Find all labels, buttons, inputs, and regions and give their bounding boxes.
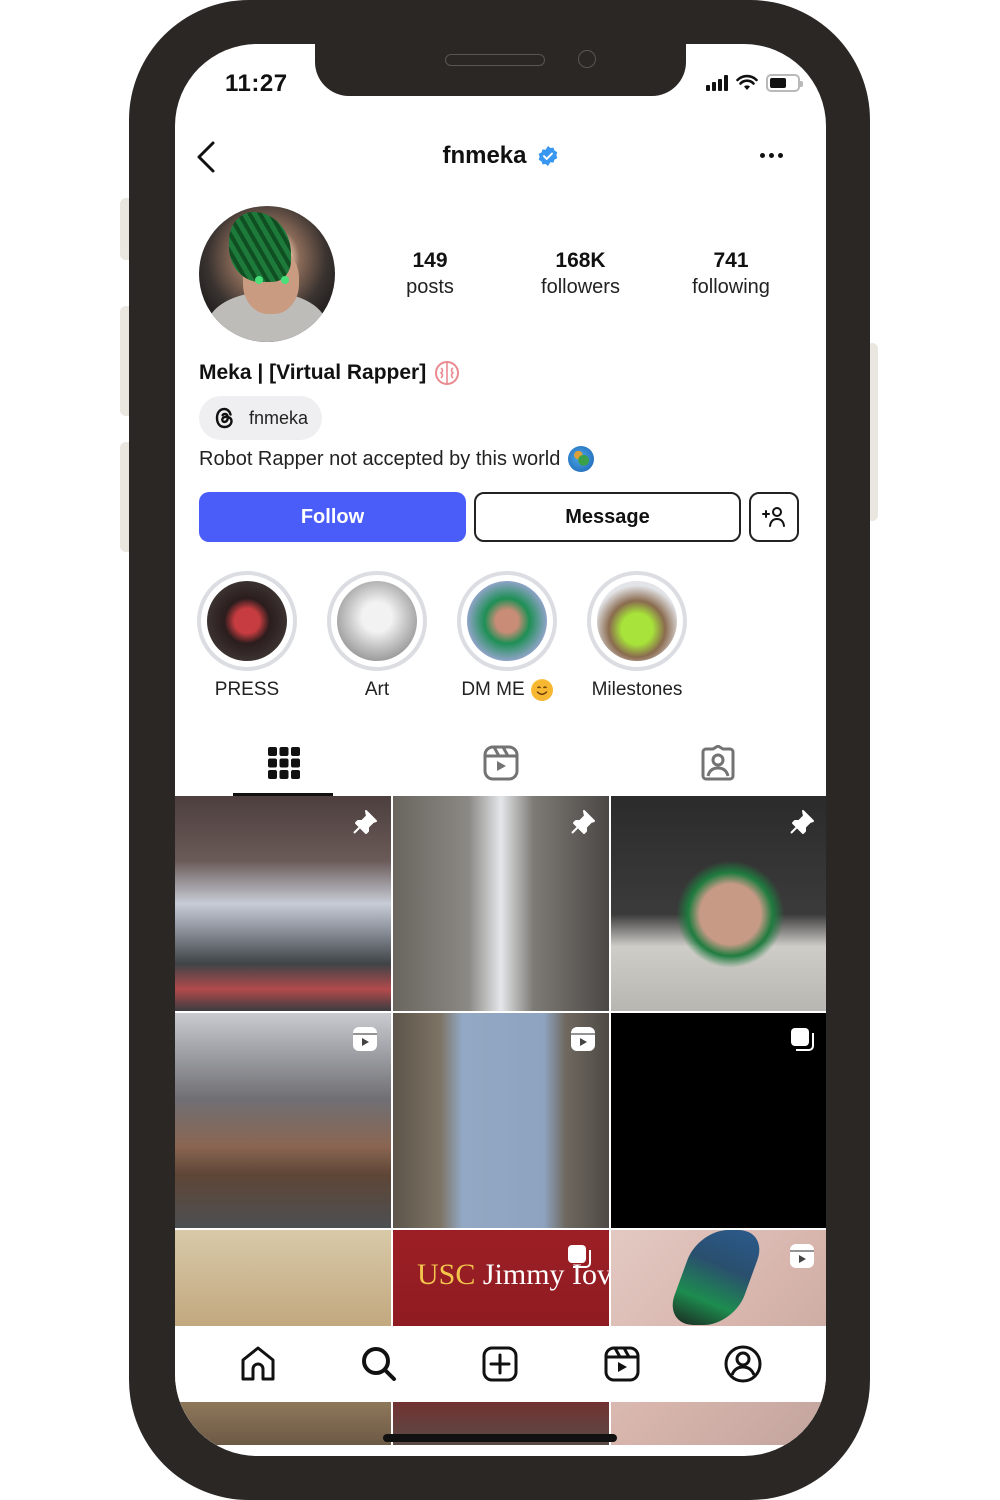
- profile-icon: [724, 1345, 762, 1383]
- nav-search[interactable]: [349, 1334, 409, 1394]
- pin-icon: [353, 810, 377, 834]
- nav-profile[interactable]: [713, 1334, 773, 1394]
- bio-text: Robot Rapper not accepted by this world: [199, 447, 561, 470]
- posts-count: 149: [412, 249, 448, 272]
- followers-count: 168K: [555, 249, 606, 272]
- profile-actions: Follow Message: [199, 492, 799, 542]
- notch: [315, 44, 686, 96]
- bio: Robot Rapper not accepted by this world: [199, 446, 595, 472]
- grid-post[interactable]: [611, 796, 826, 1011]
- threads-icon: [215, 407, 233, 429]
- highlight-label: DM ME: [461, 679, 525, 700]
- tab-reels[interactable]: [392, 730, 609, 796]
- highlight-label: Art: [364, 679, 390, 700]
- status-time: 11:27: [225, 70, 288, 97]
- wifi-icon: [736, 74, 758, 90]
- highlight-cover: [337, 581, 417, 661]
- pin-icon: [790, 810, 814, 834]
- display-name-text: Meka | [Virtual Rapper]: [199, 361, 427, 384]
- display-name: Meka | [Virtual Rapper]: [199, 360, 460, 386]
- profile-avatar[interactable]: [199, 206, 335, 342]
- home-icon: [241, 1346, 275, 1381]
- threads-link[interactable]: fnmeka: [199, 396, 323, 440]
- highlight-cover: [467, 581, 547, 661]
- carousel-icon: [791, 1028, 814, 1051]
- add-user-icon: [762, 507, 785, 527]
- bottom-navigation: [175, 1326, 826, 1402]
- profile-stats: 149 posts 168K followers 741 following: [355, 248, 806, 300]
- more-options-button[interactable]: [760, 148, 790, 162]
- phone-screen: 11:27 fnmeka 149 posts 168K followers 74…: [175, 44, 826, 1456]
- highlight-label: Milestones: [591, 679, 683, 700]
- verified-badge-icon: [538, 146, 557, 166]
- highlight-cover: [597, 581, 677, 661]
- follow-button[interactable]: Follow: [199, 492, 466, 542]
- nav-reels[interactable]: [592, 1334, 652, 1394]
- highlight-cover: [207, 581, 287, 661]
- followers-label: followers: [541, 276, 620, 298]
- tab-posts[interactable]: [175, 730, 392, 796]
- highlight-milestones[interactable]: Milestones: [587, 571, 687, 701]
- speaker: [445, 54, 545, 66]
- username: fnmeka: [442, 142, 527, 169]
- stat-following[interactable]: 741 following: [656, 248, 806, 300]
- reels-icon: [571, 1027, 595, 1051]
- smiling-face-emoji-icon: [530, 679, 553, 701]
- signal-icon: [706, 75, 728, 91]
- carousel-icon: [568, 1245, 591, 1268]
- reels-icon: [353, 1027, 377, 1051]
- stat-followers[interactable]: 168K followers: [506, 248, 656, 300]
- search-icon: [362, 1347, 397, 1381]
- highlight-label: PRESS: [214, 679, 280, 700]
- pin-icon: [571, 810, 595, 834]
- message-button[interactable]: Message: [474, 492, 741, 542]
- tab-tagged[interactable]: [609, 730, 826, 796]
- profile-header-title: fnmeka: [175, 142, 826, 170]
- nav-home[interactable]: [228, 1334, 288, 1394]
- reels-icon: [604, 1346, 640, 1382]
- brain-emoji-icon: [435, 361, 460, 385]
- grid-post[interactable]: [175, 796, 391, 1011]
- content-tabs: [175, 730, 826, 796]
- grid-post[interactable]: [393, 796, 609, 1011]
- following-label: following: [692, 276, 770, 298]
- following-count: 741: [713, 249, 749, 272]
- create-icon: [482, 1346, 518, 1382]
- story-highlights: PRESS Art DM ME Milestones: [197, 571, 687, 701]
- threads-handle: fnmeka: [249, 407, 309, 428]
- highlight-press[interactable]: PRESS: [197, 571, 297, 701]
- posts-label: posts: [406, 276, 454, 298]
- suggested-users-button[interactable]: [749, 492, 799, 542]
- highlight-dm-me[interactable]: DM ME: [457, 571, 557, 701]
- reels-icon: [790, 1244, 814, 1268]
- globe-emoji-icon: [568, 446, 595, 472]
- tagged-icon: [701, 745, 734, 781]
- highlight-art[interactable]: Art: [327, 571, 427, 701]
- grid-post[interactable]: [175, 1013, 391, 1228]
- grid-post[interactable]: [393, 1013, 609, 1228]
- battery-icon: [766, 74, 803, 92]
- grid-post[interactable]: [611, 1013, 826, 1228]
- front-camera: [578, 50, 596, 68]
- nav-create[interactable]: [470, 1334, 530, 1394]
- stat-posts[interactable]: 149 posts: [355, 248, 505, 300]
- status-icons: [706, 74, 803, 92]
- home-indicator[interactable]: [383, 1434, 617, 1442]
- grid-icon: [267, 747, 300, 779]
- reels-icon: [483, 745, 518, 781]
